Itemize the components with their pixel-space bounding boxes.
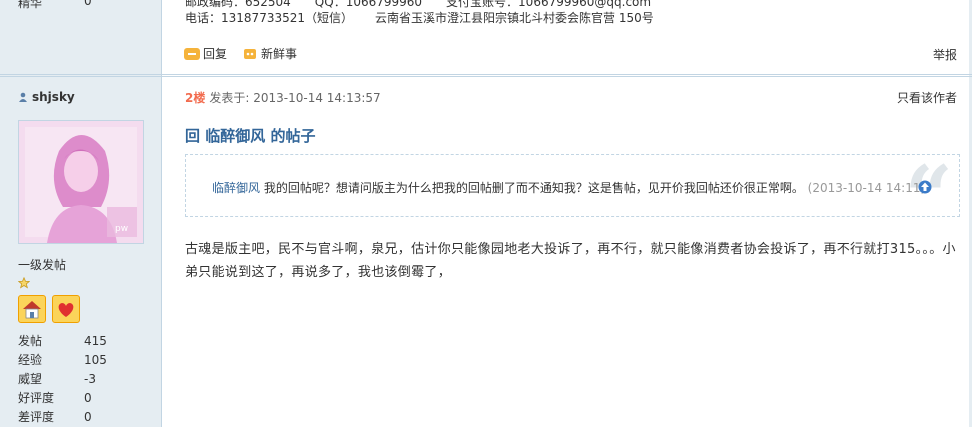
quote-mark-icon: “ [904, 147, 953, 246]
prev-stat-value: 0 [84, 0, 92, 8]
fresh-label: 新鲜事 [261, 47, 298, 61]
author-stats: 发帖 415 经验 105 威望 -3 好评度 0 差评度 0 [18, 331, 107, 426]
phone-number: 13187733521（短信） [221, 11, 353, 25]
prev-contact-info: 电话：13187733521（短信） 云南省玉溪市澄江县阳宗镇北斗村委会陈官营 1… [185, 9, 664, 26]
address: 云南省玉溪市澄江县阳宗镇北斗村委会陈官营 150号 [375, 11, 654, 25]
floor-number[interactable]: 2楼 [185, 91, 205, 105]
reply-label: 回复 [203, 47, 228, 61]
quote-content: 我的回帖呢？想请问版主为什么把我的回帖删了而不通知我？这是售帖，见开价我回帖还价… [260, 181, 804, 195]
post-date: 2013-10-14 14:13:57 [253, 91, 381, 105]
jump-to-quote-icon[interactable] [918, 180, 932, 194]
stat-prestige: 威望 -3 [18, 371, 96, 387]
stat-bad-rating: 差评度 0 [18, 409, 92, 425]
avatar-watermark: pw [115, 224, 128, 234]
user-icon [19, 92, 27, 102]
author-rank: 一级发帖 [18, 258, 67, 272]
post-meta: 2楼 发表于: 2013-10-14 14:13:57 [185, 89, 381, 106]
stat-posts: 发帖 415 [18, 333, 107, 349]
avatar[interactable]: pw [18, 120, 144, 244]
reply-icon [184, 47, 200, 60]
prev-stat-row: 精华 0 [18, 0, 92, 11]
only-author-link[interactable]: 只看该作者 [897, 89, 957, 106]
quote-text: 临醉御风 我的回帖呢？想请问版主为什么把我的回帖删了而不通知我？这是售帖，见开价… [212, 179, 925, 196]
quote-author[interactable]: 临醉御风 [212, 181, 260, 195]
author-name-label: shjsky [32, 90, 75, 104]
posted-label: 发表于: [209, 91, 250, 105]
report-link[interactable]: 举报 [933, 46, 957, 63]
fresh-icon [244, 48, 256, 59]
post-divider-2 [0, 76, 972, 77]
home-medal-icon[interactable] [18, 295, 46, 323]
author-name[interactable]: shjsky [18, 90, 75, 104]
heart-medal-icon[interactable] [52, 295, 80, 323]
post-title: 回 临醉御风 的帖子 [185, 127, 316, 145]
prev-stat-label: 精华 [18, 0, 43, 10]
star-icon [18, 277, 30, 289]
stat-experience: 经验 105 [18, 352, 107, 368]
stat-good-rating: 好评度 0 [18, 390, 92, 406]
post-body: 古魂是版主吧，民不与官斗啊，泉兄，估计你只能像园地老大投诉了，再不行，就只能像消… [185, 242, 956, 280]
phone-label: 电话： [185, 11, 222, 25]
avatar-image: pw [19, 121, 143, 243]
quote-date: (2013-10-14 14:11) [807, 181, 926, 195]
fresh-button[interactable]: 新鲜事 [243, 45, 297, 62]
quote-block: “ 临醉御风 我的回帖呢？想请问版主为什么把我的回帖删了而不通知我？这是售帖，见… [185, 154, 960, 239]
post-divider [0, 74, 972, 75]
reply-button[interactable]: 回复 [184, 45, 227, 62]
